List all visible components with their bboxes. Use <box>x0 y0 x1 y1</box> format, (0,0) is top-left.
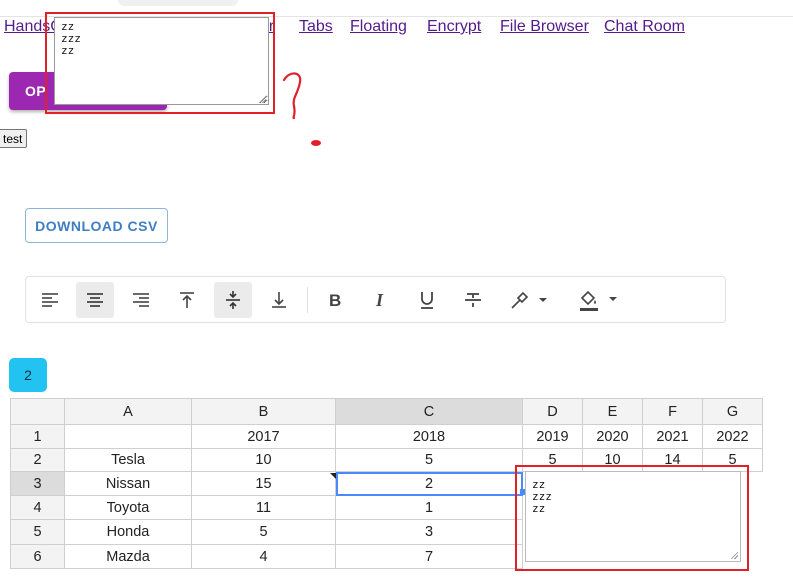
text-color-icon <box>511 291 547 309</box>
table-cell[interactable]: 10 <box>192 449 336 472</box>
table-cell[interactable]: 2021 <box>643 425 703 449</box>
download-csv-button[interactable]: DOWNLOAD CSV <box>25 208 168 243</box>
italic-button[interactable]: I <box>362 282 400 318</box>
svg-text:I: I <box>375 290 384 310</box>
table-cell[interactable]: 2020 <box>583 425 643 449</box>
align-middle-button[interactable] <box>214 282 252 318</box>
table-cell[interactable]: 5 <box>336 449 523 472</box>
grid-corner[interactable] <box>10 398 65 425</box>
align-center-button[interactable] <box>76 282 114 318</box>
annotation-scribble-icon <box>282 72 321 146</box>
align-top-icon <box>180 292 194 308</box>
table-cell[interactable]: Tesla <box>65 449 192 472</box>
column-header[interactable]: E <box>583 398 643 425</box>
format-toolbar: B I <box>25 276 726 323</box>
table-cell[interactable]: 11 <box>192 496 336 520</box>
resize-handle-icon[interactable] <box>258 95 266 103</box>
column-header[interactable]: F <box>643 398 703 425</box>
row-header[interactable]: 6 <box>10 545 65 569</box>
nav-link-chat-room[interactable]: Chat Room <box>604 18 685 36</box>
comment-indicator-icon <box>330 473 336 479</box>
table-cell[interactable]: 4 <box>192 545 336 569</box>
table-cell[interactable]: 15 <box>192 472 336 496</box>
table-cell[interactable]: Honda <box>65 520 192 545</box>
table-cell[interactable]: 14 <box>643 449 703 472</box>
column-header[interactable]: A <box>65 398 192 425</box>
table-cell[interactable]: 7 <box>336 545 523 569</box>
nav-link-tabs[interactable]: Tabs <box>299 18 333 36</box>
italic-icon: I <box>375 290 384 310</box>
column-header[interactable]: C <box>336 398 523 425</box>
table-cell[interactable]: 5 <box>703 449 763 472</box>
align-top-button[interactable] <box>168 282 206 318</box>
column-header[interactable]: G <box>703 398 763 425</box>
count-badge[interactable]: 2 <box>9 358 47 392</box>
align-right-button[interactable] <box>122 282 160 318</box>
nav-link-floating[interactable]: Floating <box>350 18 407 36</box>
top-scrollbar[interactable] <box>118 0 238 6</box>
row-header[interactable]: 3 <box>10 472 65 496</box>
table-cell[interactable]: 5 <box>192 520 336 545</box>
fill-color-icon <box>580 290 617 311</box>
table-cell[interactable]: 2022 <box>703 425 763 449</box>
cell-editor-textarea[interactable]: zz zzz zz <box>525 471 741 562</box>
table-cell[interactable]: Nissan <box>65 472 192 496</box>
table-cell[interactable]: Toyota <box>65 496 192 520</box>
column-header[interactable]: D <box>523 398 583 425</box>
table-cell[interactable]: Mazda <box>65 545 192 569</box>
table-cell[interactable]: 5 <box>523 449 583 472</box>
align-bottom-button[interactable] <box>260 282 298 318</box>
align-middle-icon <box>226 291 240 309</box>
selected-cell[interactable]: 2 <box>336 472 523 496</box>
strikethrough-icon <box>465 293 481 307</box>
table-cell[interactable] <box>65 425 192 449</box>
underline-button[interactable] <box>408 282 446 318</box>
align-left-button[interactable] <box>31 282 69 318</box>
row-header[interactable]: 5 <box>10 520 65 545</box>
nav-link-encrypt[interactable]: Encrypt <box>427 18 481 36</box>
table-cell[interactable]: 2017 <box>192 425 336 449</box>
align-left-icon <box>42 293 58 307</box>
toolbar-divider <box>307 287 308 313</box>
row-header[interactable]: 1 <box>10 425 65 449</box>
bold-button[interactable]: B <box>316 282 354 318</box>
resize-handle-icon[interactable] <box>730 551 738 559</box>
test-button[interactable]: test <box>0 129 28 148</box>
fill-color-button[interactable] <box>574 282 622 318</box>
bold-icon: B <box>329 291 341 310</box>
table-cell[interactable]: 1 <box>336 496 523 520</box>
align-center-icon <box>87 293 103 307</box>
align-bottom-icon <box>272 292 286 308</box>
table-cell[interactable]: 2018 <box>336 425 523 449</box>
row-header[interactable]: 4 <box>10 496 65 520</box>
text-color-button[interactable] <box>506 282 552 318</box>
column-header[interactable]: B <box>192 398 336 425</box>
table-cell[interactable]: 10 <box>583 449 643 472</box>
table-cell[interactable]: 2019 <box>523 425 583 449</box>
table-cell[interactable]: 3 <box>336 520 523 545</box>
strikethrough-button[interactable] <box>454 282 492 318</box>
align-right-icon <box>133 293 149 307</box>
underline-icon <box>421 292 433 309</box>
row-header[interactable]: 2 <box>10 449 65 472</box>
floating-textarea[interactable]: zz zzz zz <box>54 17 269 105</box>
svg-text:B: B <box>329 291 341 310</box>
nav-link-file-browser[interactable]: File Browser <box>500 18 589 36</box>
